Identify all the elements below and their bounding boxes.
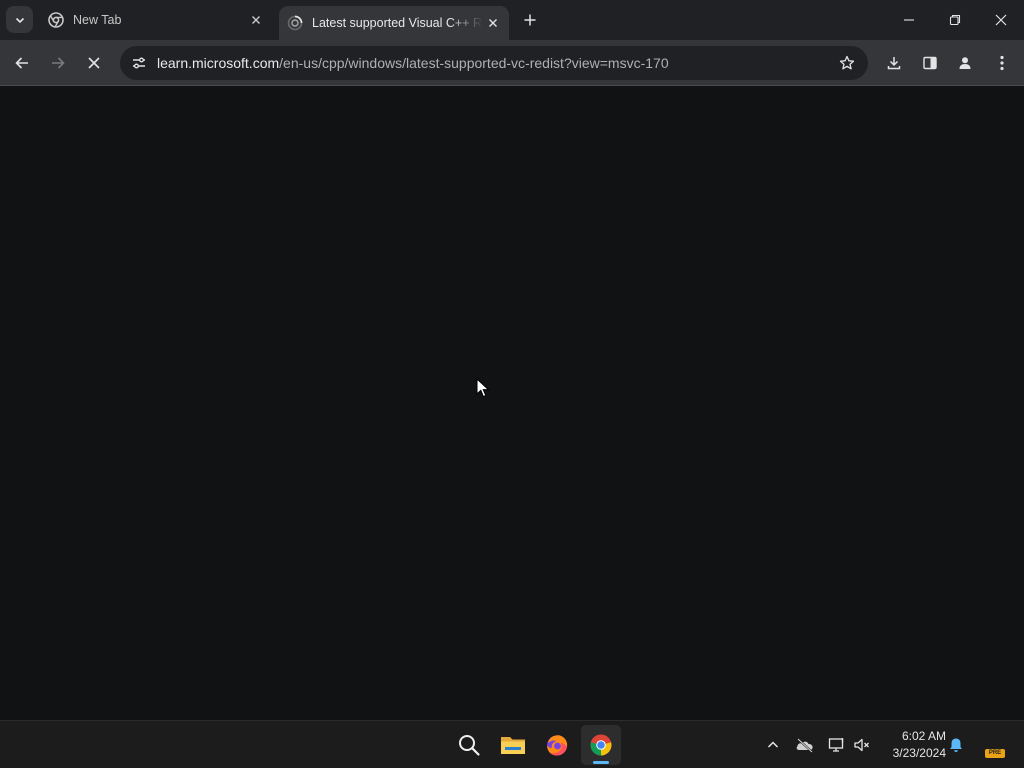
network-icon xyxy=(828,738,844,752)
taskbar-file-explorer[interactable] xyxy=(493,725,533,765)
forward-arrow-icon xyxy=(52,57,65,69)
back-button[interactable] xyxy=(7,48,37,78)
volume-tray-button[interactable] xyxy=(850,733,874,757)
close-icon xyxy=(252,16,260,24)
restore-icon xyxy=(949,14,961,26)
mouse-cursor-icon xyxy=(476,378,490,398)
active-app-indicator xyxy=(593,761,609,764)
taskbar: 6:02 AM 3/23/2024 PRE xyxy=(0,720,1024,768)
chevron-up-icon xyxy=(767,741,779,748)
clock-time: 6:02 AM xyxy=(901,729,946,743)
tab-close-button[interactable] xyxy=(483,13,503,33)
tab-close-button[interactable] xyxy=(246,10,266,30)
onedrive-offline-icon xyxy=(796,738,813,753)
taskbar-clock[interactable]: 6:02 AM 3/23/2024 xyxy=(880,728,946,762)
back-arrow-icon xyxy=(15,57,28,69)
taskbar-firefox[interactable] xyxy=(537,725,577,765)
browser-toolbar: learn.microsoft.com/en-us/cpp/windows/la… xyxy=(0,40,1024,86)
profile-button[interactable] xyxy=(950,48,980,78)
site-info-icon xyxy=(133,57,145,69)
chevron-down-icon xyxy=(15,17,24,23)
loading-spinner-icon xyxy=(287,15,303,31)
chrome-icon xyxy=(48,12,64,28)
volume-muted-icon xyxy=(854,738,869,752)
url-text: learn.microsoft.com/en-us/cpp/windows/la… xyxy=(157,55,669,71)
forward-button[interactable] xyxy=(43,48,73,78)
stop-loading-icon xyxy=(88,57,100,69)
side-panel-button[interactable] xyxy=(915,48,945,78)
firefox-icon xyxy=(547,735,568,756)
minimize-button[interactable] xyxy=(886,0,932,40)
download-icon xyxy=(887,57,901,70)
close-window-button[interactable] xyxy=(978,0,1024,40)
close-icon xyxy=(995,14,1007,26)
profile-icon xyxy=(959,57,971,69)
network-tray-button[interactable] xyxy=(825,733,849,757)
file-explorer-icon xyxy=(501,737,525,754)
minimize-icon xyxy=(904,19,914,21)
tab-search-button[interactable] xyxy=(6,6,33,33)
browser-window: New Tab Latest supported Visual C++ Redi… xyxy=(0,0,1024,720)
plus-icon xyxy=(524,14,536,26)
clock-date: 3/23/2024 xyxy=(892,746,946,760)
site-info-button[interactable] xyxy=(128,52,150,74)
tab-visual-cpp[interactable]: Latest supported Visual C++ Redistributa… xyxy=(279,6,509,40)
side-panel-icon xyxy=(923,56,937,70)
taskbar-search-button[interactable] xyxy=(449,725,489,765)
downloads-button[interactable] xyxy=(879,48,909,78)
new-tab-button[interactable] xyxy=(518,8,542,32)
notification-bell-icon xyxy=(950,738,962,752)
bookmark-star-icon xyxy=(839,55,855,70)
tab-new-tab[interactable]: New Tab xyxy=(40,0,272,40)
tab-title: Latest supported Visual C++ Redistributa… xyxy=(312,16,483,30)
chrome-icon xyxy=(590,734,612,756)
browser-menu-button[interactable] xyxy=(987,48,1017,78)
onedrive-tray-button[interactable] xyxy=(793,733,817,757)
taskbar-chrome[interactable] xyxy=(581,725,621,765)
stop-loading-button[interactable] xyxy=(79,48,109,78)
page-content[interactable] xyxy=(0,87,1024,720)
notifications-button[interactable] xyxy=(944,733,968,757)
bookmark-button[interactable] xyxy=(836,52,858,74)
restore-button[interactable] xyxy=(932,0,978,40)
tab-strip: New Tab Latest supported Visual C++ Redi… xyxy=(0,0,1024,40)
address-bar[interactable]: learn.microsoft.com/en-us/cpp/windows/la… xyxy=(120,46,868,80)
close-icon xyxy=(489,19,497,27)
show-hidden-icons-button[interactable] xyxy=(761,733,785,757)
pre-release-badge: PRE xyxy=(985,749,1005,758)
search-icon xyxy=(459,735,480,756)
tab-title: New Tab xyxy=(73,13,122,27)
url-path: /en-us/cpp/windows/latest-supported-vc-r… xyxy=(279,55,669,71)
kebab-menu-icon xyxy=(1000,55,1004,71)
url-host: learn.microsoft.com xyxy=(157,55,280,71)
